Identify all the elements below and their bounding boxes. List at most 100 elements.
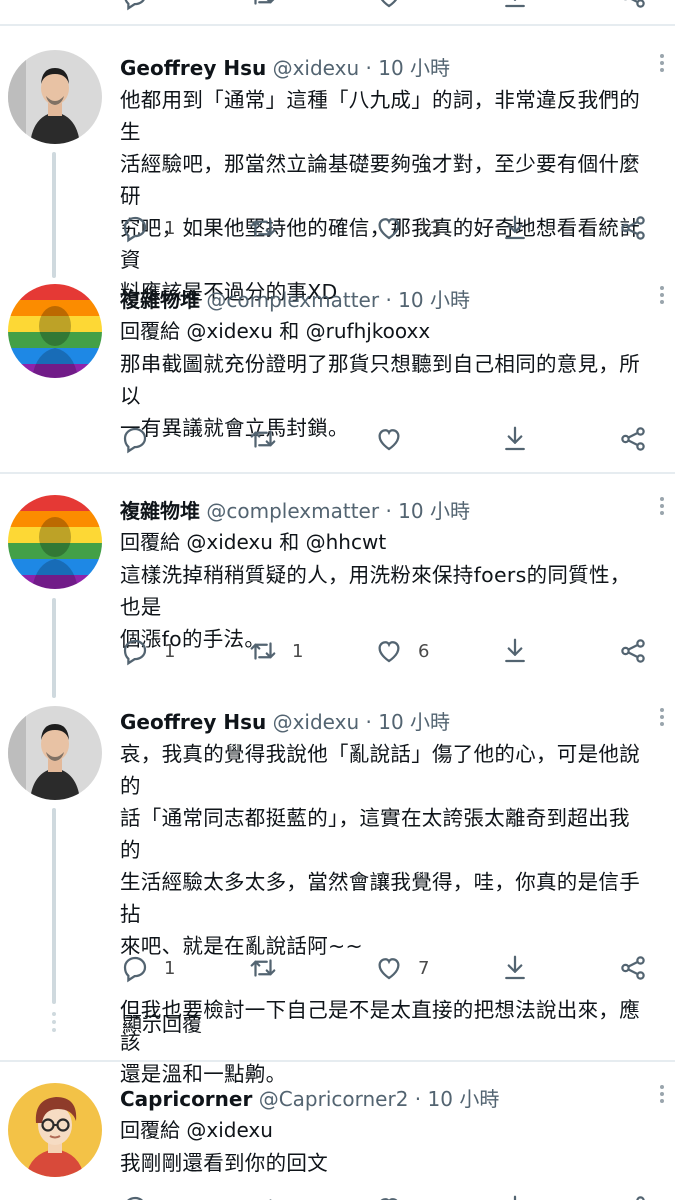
bookmark-button[interactable] — [500, 1190, 530, 1200]
share-button[interactable] — [618, 1190, 648, 1200]
like-button[interactable]: 6 — [374, 633, 429, 669]
tweet-text: 我剛剛還看到你的回文 — [120, 1147, 650, 1179]
bookmark-button[interactable] — [500, 633, 530, 669]
display-name[interactable]: 複雜物堆 — [120, 499, 200, 523]
tweet-actions: 1 7 — [120, 950, 660, 986]
reply-icon — [123, 427, 147, 454]
retweet-button[interactable] — [248, 210, 292, 246]
like-icon — [378, 218, 400, 240]
retweet-button[interactable] — [248, 950, 292, 986]
like-count: 13 — [418, 217, 441, 239]
tweet-actions — [120, 421, 660, 457]
bookmark-icon — [505, 638, 525, 663]
retweet-button[interactable] — [248, 421, 292, 457]
retweet-button[interactable]: 1 — [248, 633, 303, 669]
like-button[interactable] — [374, 0, 404, 14]
share-button[interactable] — [618, 421, 648, 457]
share-icon — [621, 956, 645, 980]
tweet-actions: 1 13 — [120, 210, 660, 246]
bookmark-button[interactable] — [500, 421, 530, 457]
reply-icon — [127, 1196, 144, 1200]
share-button[interactable] — [618, 0, 648, 14]
like-button[interactable]: 7 — [374, 950, 429, 986]
display-name[interactable]: 複雜物堆 — [120, 288, 200, 312]
bookmark-button[interactable] — [500, 210, 530, 246]
display-name[interactable]: Geoffrey Hsu — [120, 710, 266, 734]
divider — [0, 1060, 675, 1062]
bookmark-button[interactable] — [500, 0, 530, 14]
more-icon[interactable] — [657, 708, 667, 729]
bookmark-icon — [513, 1195, 517, 1200]
reply-to-line[interactable]: 回覆給 @xidexu 和 @hhcwt — [120, 527, 650, 557]
thread-line — [52, 598, 56, 698]
reply-to-line[interactable]: 回覆給 @xidexu 和 @rufhjkooxx — [120, 316, 650, 346]
share-icon — [636, 1196, 645, 1200]
reply-icon — [123, 216, 147, 243]
tweet-header: Geoffrey Hsu @xidexu · 10 小時 — [120, 54, 650, 82]
tweet-text-line: 生活經驗太多太多，當然會讓我覺得，哇，你真的是信手拈 — [120, 870, 640, 926]
retweet-icon — [250, 959, 276, 977]
user-handle[interactable]: @xidexu — [273, 56, 360, 80]
reply-to-line[interactable]: 回覆給 @xidexu — [120, 1115, 650, 1145]
timestamp[interactable]: · 10 小時 — [415, 1087, 500, 1111]
share-icon — [621, 639, 645, 663]
share-icon — [624, 0, 645, 8]
user-handle[interactable]: @Capricorner2 — [259, 1087, 409, 1111]
reply-button[interactable]: 1 — [120, 633, 175, 669]
like-icon — [378, 958, 400, 980]
user-handle[interactable]: @complexmatter — [206, 499, 379, 523]
retweet-button[interactable] — [248, 0, 278, 14]
bookmark-icon — [505, 955, 525, 980]
reply-button[interactable]: 1 — [120, 950, 175, 986]
timestamp[interactable]: · 10 小時 — [366, 56, 451, 80]
divider — [0, 24, 675, 26]
like-count: 6 — [418, 640, 430, 662]
bookmark-button[interactable] — [500, 950, 530, 986]
share-button[interactable] — [618, 633, 648, 669]
user-handle[interactable]: @complexmatter — [206, 288, 379, 312]
more-icon[interactable] — [657, 286, 667, 307]
share-button[interactable] — [618, 950, 648, 986]
avatar-geoffrey[interactable] — [8, 50, 102, 144]
reply-icon — [124, 0, 145, 11]
share-icon — [621, 427, 645, 451]
display-name[interactable]: Capricorner — [120, 1087, 252, 1111]
display-name[interactable]: Geoffrey Hsu — [120, 56, 266, 80]
retweet-icon — [250, 219, 276, 237]
more-icon[interactable] — [657, 54, 667, 75]
tweet-header: Geoffrey Hsu @xidexu · 10 小時 — [120, 708, 650, 736]
avatar-complexmatter[interactable] — [8, 495, 102, 589]
like-icon — [378, 641, 400, 663]
more-icon[interactable] — [657, 497, 667, 518]
bookmark-icon — [505, 0, 525, 8]
bookmark-icon — [505, 426, 525, 451]
more-icon[interactable] — [657, 1085, 667, 1106]
reply-button[interactable] — [120, 1190, 150, 1200]
like-button[interactable]: 13 — [374, 210, 441, 246]
tweet-text-line: 這樣洗掉稍稍質疑的人，用洗粉來保持foers的同質性，也是 — [120, 563, 631, 619]
reply-icon — [123, 956, 147, 983]
tweet-text-line: 活經驗吧，那當然立論基礎要夠強才對，至少要有個什麼研 — [120, 152, 640, 208]
tweet-actions-partial — [120, 0, 660, 14]
tweet-header: 複雜物堆 @complexmatter · 10 小時 — [120, 286, 650, 314]
timestamp[interactable]: · 10 小時 — [385, 288, 470, 312]
timestamp[interactable]: · 10 小時 — [385, 499, 470, 523]
avatar-geoffrey[interactable] — [8, 706, 102, 800]
avatar-capricorner[interactable] — [8, 1083, 102, 1177]
timestamp[interactable]: · 10 小時 — [366, 710, 451, 734]
like-button[interactable] — [374, 421, 418, 457]
avatar-complexmatter[interactable] — [8, 284, 102, 378]
retweet-icon — [269, 1199, 272, 1200]
user-handle[interactable]: @xidexu — [273, 710, 360, 734]
reply-button[interactable] — [120, 421, 164, 457]
share-button[interactable] — [618, 210, 648, 246]
share-icon — [621, 216, 645, 240]
reply-button[interactable] — [120, 0, 150, 14]
reply-button[interactable]: 1 — [120, 210, 175, 246]
show-replies-link[interactable]: 顯示回覆 — [122, 1008, 202, 1037]
like-button[interactable] — [374, 1190, 404, 1200]
like-icon — [380, 0, 398, 8]
reply-count: 1 — [164, 640, 176, 662]
retweet-count: 1 — [292, 640, 304, 662]
retweet-button[interactable] — [248, 1190, 278, 1200]
